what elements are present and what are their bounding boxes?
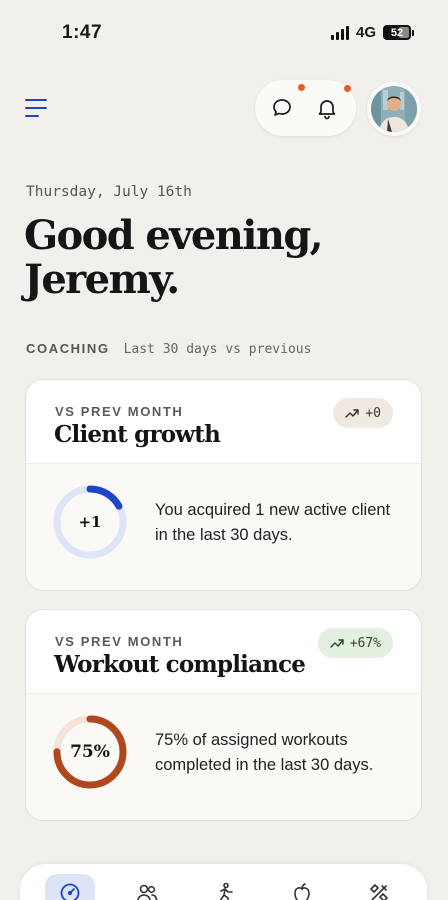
bell-icon[interactable] bbox=[315, 96, 339, 120]
page-title: Good evening, Jeremy. bbox=[24, 214, 424, 302]
trend-up-icon bbox=[345, 409, 360, 418]
signal-icon bbox=[330, 25, 349, 40]
ring-value: 75% bbox=[70, 742, 110, 762]
greeting-line-2: Jeremy. bbox=[24, 256, 180, 303]
trend-up-icon bbox=[329, 639, 344, 648]
nav-clients[interactable] bbox=[122, 874, 172, 900]
date-label: Thursday, July 16th bbox=[26, 184, 192, 200]
change-badge: +0 bbox=[333, 398, 393, 428]
card-description: You acquired 1 new active client in the … bbox=[155, 501, 391, 544]
nav-workouts[interactable] bbox=[200, 874, 250, 900]
status-indicators: 4G 52 bbox=[330, 24, 414, 41]
battery-level: 52 bbox=[390, 26, 404, 39]
card-title: Workout compliance bbox=[54, 651, 306, 678]
card-header: VS PREV MONTH Workout compliance +67% bbox=[26, 610, 421, 694]
battery-icon: 52 bbox=[383, 25, 414, 40]
header-actions bbox=[255, 80, 356, 136]
card-kicker: VS PREV MONTH bbox=[55, 404, 184, 419]
change-value: +0 bbox=[365, 405, 381, 421]
workout-compliance-card[interactable]: VS PREV MONTH Workout compliance +67% 75… bbox=[25, 609, 422, 821]
workouts-icon bbox=[219, 882, 233, 900]
client-growth-card[interactable]: VS PREV MONTH Client growth +0 +1 You ac… bbox=[25, 379, 422, 591]
card-header: VS PREV MONTH Client growth +0 bbox=[26, 380, 421, 464]
card-kicker: VS PREV MONTH bbox=[55, 634, 184, 649]
card-description: 75% of assigned workouts completed in th… bbox=[155, 731, 374, 774]
network-type: 4G bbox=[355, 24, 376, 41]
card-body: +1 You acquired 1 new active client in t… bbox=[26, 464, 421, 590]
chat-bubble-icon[interactable] bbox=[270, 96, 294, 120]
change-badge: +67% bbox=[317, 628, 393, 658]
avatar[interactable] bbox=[367, 82, 421, 136]
notifications-badge bbox=[344, 85, 351, 92]
nav-dashboard[interactable] bbox=[45, 874, 95, 900]
menu-icon[interactable] bbox=[25, 99, 47, 119]
section-header: COACHING Last 30 days vs previous bbox=[26, 341, 311, 357]
section-subtitle: Last 30 days vs previous bbox=[123, 342, 312, 357]
card-body: 75% 75% of assigned workouts completed i… bbox=[26, 694, 421, 820]
tools-icon bbox=[370, 884, 388, 900]
clients-icon bbox=[137, 884, 158, 900]
messages-badge bbox=[298, 84, 305, 91]
dashboard-icon bbox=[60, 883, 80, 900]
card-title: Client growth bbox=[54, 421, 221, 448]
nav-tools[interactable] bbox=[354, 874, 404, 900]
status-bar: 1:47 4G 52 bbox=[0, 0, 448, 60]
change-value: +67% bbox=[349, 635, 381, 651]
status-time: 1:47 bbox=[62, 22, 103, 43]
nav-nutrition[interactable] bbox=[277, 874, 327, 900]
nutrition-icon bbox=[294, 883, 310, 900]
greeting-line-1: Good evening, bbox=[24, 212, 324, 259]
ring-value: +1 bbox=[78, 513, 102, 531]
bottom-nav bbox=[20, 864, 427, 900]
section-title: COACHING bbox=[26, 341, 110, 356]
